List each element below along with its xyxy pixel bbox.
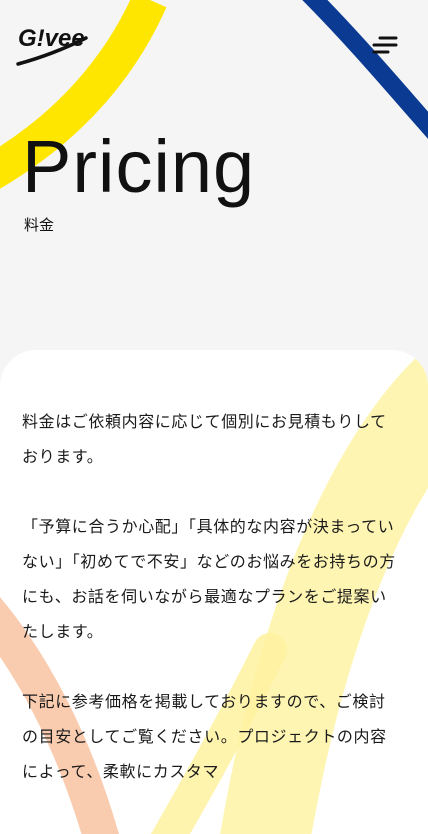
page-subtitle: 料金 xyxy=(24,216,55,234)
menu-button[interactable] xyxy=(370,32,400,58)
hero-section: Pricing 料金 xyxy=(0,120,428,300)
description-paragraph: 下記に参考価格を掲載しておりますので、ご検討の目安としてご覧ください。プロジェク… xyxy=(22,692,387,781)
pricing-description: 料金はご依頼内容に応じて個別にお見積もりしております。 「予算に合うか心配」「具… xyxy=(22,404,402,789)
site-header: G!vee xyxy=(0,0,428,90)
hamburger-menu-icon xyxy=(372,36,398,54)
page: G!vee Pricing 料金 料金はご依頼内容に応じて個別にお見積もりしてお… xyxy=(0,0,428,834)
pricing-card: 料金はご依頼内容に応じて個別にお見積もりしております。 「予算に合うか心配」「具… xyxy=(0,350,428,834)
description-paragraph: 「予算に合うか心配」「具体的な内容が決まっていない」「初めてで不安」などのお悩み… xyxy=(22,517,396,641)
description-paragraph: 料金はご依頼内容に応じて個別にお見積もりしております。 xyxy=(22,412,387,466)
page-title: Pricing xyxy=(22,125,256,208)
logo-wordmark: G!vee xyxy=(18,25,85,52)
givee-logo: G!vee xyxy=(16,25,88,66)
brand-logo-link[interactable]: G!vee xyxy=(16,18,92,70)
